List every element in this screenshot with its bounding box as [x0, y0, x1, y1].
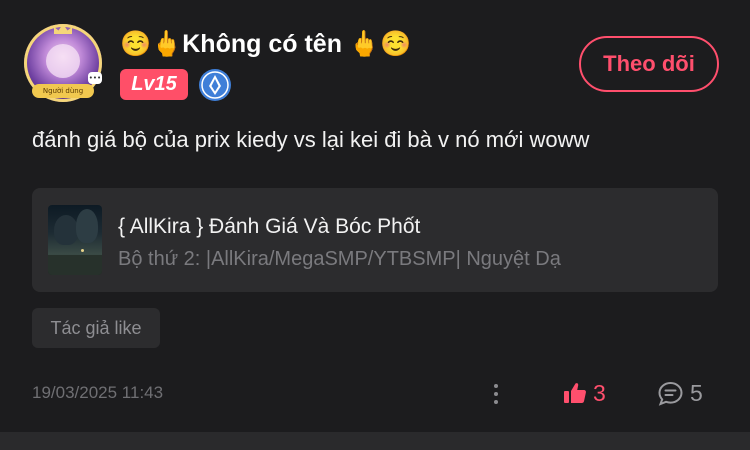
linked-story-card[interactable]: { AllKira } Đánh Giá Và Bóc Phốt Bộ thứ …	[32, 188, 718, 292]
post-text: đánh giá bộ của prix kiedy vs lại kei đi…	[32, 127, 590, 152]
author-liked-tag[interactable]: Tác giả like	[32, 308, 160, 348]
diamond-rank-icon	[199, 69, 231, 101]
avatar-frame-ribbon: Người dùng	[32, 84, 94, 98]
thumbs-up-icon	[564, 383, 586, 403]
level-badge: Lv15	[120, 69, 188, 100]
story-cover-image	[48, 205, 102, 275]
author-name[interactable]: ☺️🖕Không có tên 🖕☺️	[120, 24, 411, 64]
story-title: { AllKira } Đánh Giá Và Bóc Phốt	[118, 215, 421, 238]
more-dots-icon	[494, 384, 498, 388]
comment-icon	[658, 381, 683, 406]
next-post-edge	[0, 432, 750, 450]
avatar-image	[46, 44, 80, 78]
post-item: ••• Người dùng ☺️🖕Không có tên 🖕☺️ Lv15 …	[0, 0, 750, 432]
comment-button[interactable]: 5	[657, 378, 713, 408]
like-count: 3	[593, 380, 606, 406]
comment-count: 5	[690, 380, 703, 406]
like-button[interactable]: 3	[563, 378, 615, 408]
follow-button[interactable]: Theo dõi	[579, 36, 719, 92]
avatar[interactable]: ••• Người dùng	[24, 24, 102, 102]
avatar-badge: •••	[88, 72, 102, 84]
post-timestamp: 19/03/2025 11:43	[32, 383, 164, 402]
crown-icon	[54, 24, 72, 34]
more-options-button[interactable]	[484, 380, 508, 408]
story-subtitle: Bộ thứ 2: |AllKira/MegaSMP/YTBSMP| Nguyệ…	[118, 248, 561, 270]
